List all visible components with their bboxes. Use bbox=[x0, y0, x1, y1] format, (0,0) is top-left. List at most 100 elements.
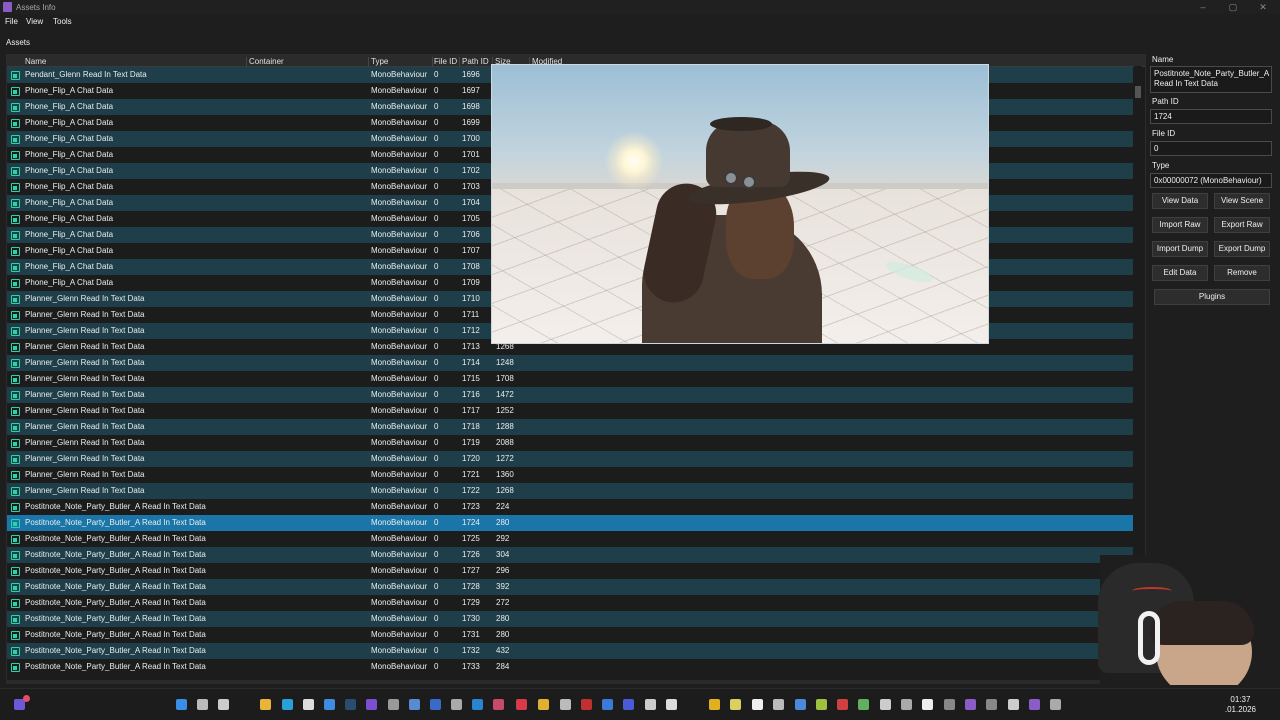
table-row[interactable]: Postitnote_Note_Party_Butler_A Read In T… bbox=[7, 499, 1133, 515]
table-row[interactable]: Postitnote_Note_Party_Butler_A Read In T… bbox=[7, 563, 1133, 579]
file-explorer-icon[interactable] bbox=[260, 699, 271, 710]
column-type[interactable]: Type bbox=[369, 57, 433, 67]
type-field[interactable]: 0x00000072 (MonoBehaviour) bbox=[1150, 173, 1272, 188]
app-icon-8[interactable] bbox=[560, 699, 571, 710]
app-icon-17[interactable] bbox=[773, 699, 784, 710]
cell-file-id: 0 bbox=[434, 550, 439, 559]
column-path-id[interactable]: Path ID bbox=[460, 57, 493, 67]
cell-type: MonoBehaviour bbox=[371, 102, 428, 111]
app-icon-1[interactable] bbox=[324, 699, 335, 710]
windows-start-icon[interactable] bbox=[176, 699, 187, 710]
app-icon-3[interactable] bbox=[388, 699, 399, 710]
app-icon-22[interactable] bbox=[880, 699, 891, 710]
scrollbar-thumb[interactable] bbox=[1135, 86, 1141, 98]
menu-view[interactable]: View bbox=[26, 17, 43, 26]
app-icon-28[interactable] bbox=[1008, 699, 1019, 710]
recording-icon[interactable] bbox=[516, 699, 527, 710]
app-icon-4[interactable] bbox=[409, 699, 420, 710]
cell-file-id: 0 bbox=[434, 470, 439, 479]
path-id-field[interactable]: 1724 bbox=[1150, 109, 1272, 124]
app-icon-2[interactable] bbox=[366, 699, 377, 710]
horizontal-scrollbar[interactable] bbox=[6, 680, 1134, 684]
column-container[interactable]: Container bbox=[247, 57, 369, 67]
edge-icon[interactable] bbox=[282, 699, 293, 710]
table-row[interactable]: Planner_Glenn Read In Text Data MonoBehav… bbox=[7, 483, 1133, 499]
app-icon-16[interactable] bbox=[752, 699, 763, 710]
view-data-button[interactable]: View Data bbox=[1152, 193, 1208, 209]
plugins-button[interactable]: Plugins bbox=[1154, 289, 1270, 305]
table-row[interactable]: Planner_Glenn Read In Text Data MonoBehav… bbox=[7, 387, 1133, 403]
app-icon-19[interactable] bbox=[816, 699, 827, 710]
column-file-id[interactable]: File ID bbox=[432, 57, 460, 67]
export-raw-button[interactable]: Export Raw bbox=[1214, 217, 1270, 233]
system-clock[interactable]: 01:37 .01.2026 bbox=[1225, 695, 1256, 715]
minimize-icon[interactable]: – bbox=[1188, 1, 1218, 13]
store-icon[interactable] bbox=[303, 699, 314, 710]
app-icon-15[interactable] bbox=[730, 699, 741, 710]
app-icon-20[interactable] bbox=[837, 699, 848, 710]
app-icon-6[interactable] bbox=[451, 699, 462, 710]
table-row[interactable]: Postitnote_Note_Party_Butler_A Read In T… bbox=[7, 579, 1133, 595]
table-row[interactable]: Postitnote_Note_Party_Butler_A Read In T… bbox=[7, 595, 1133, 611]
search-icon[interactable] bbox=[197, 699, 208, 710]
table-row[interactable]: Postitnote_Note_Party_Butler_A Read In T… bbox=[7, 627, 1133, 643]
vscode-icon[interactable] bbox=[472, 699, 483, 710]
app-icon-27[interactable] bbox=[986, 699, 997, 710]
app-icon-18[interactable] bbox=[795, 699, 806, 710]
maximize-icon[interactable]: ▢ bbox=[1218, 1, 1248, 13]
app-icon-29[interactable] bbox=[1029, 699, 1040, 710]
cell-file-id: 0 bbox=[434, 70, 439, 79]
app-icon-12[interactable] bbox=[645, 699, 656, 710]
table-row[interactable]: Planner_Glenn Read In Text Data MonoBehav… bbox=[7, 355, 1133, 371]
edit-data-button[interactable]: Edit Data bbox=[1152, 265, 1208, 281]
table-row[interactable]: Postitnote_Note_Party_Butler_A Read In T… bbox=[7, 611, 1133, 627]
app-icon-23[interactable] bbox=[901, 699, 912, 710]
steam-icon[interactable] bbox=[345, 699, 356, 710]
table-row[interactable]: Planner_Glenn Read In Text Data MonoBehav… bbox=[7, 403, 1133, 419]
cell-path-id: 1726 bbox=[462, 550, 480, 559]
app-icon-11[interactable] bbox=[623, 699, 634, 710]
table-row[interactable]: Postitnote_Note_Party_Butler_A Read In T… bbox=[7, 515, 1133, 531]
app-icon-24[interactable] bbox=[922, 699, 933, 710]
cell-path-id: 1698 bbox=[462, 102, 480, 111]
cell-name: Pendant_Glenn Read In Text Data bbox=[25, 70, 147, 79]
cell-name: Phone_Flip_A Chat Data bbox=[25, 118, 114, 127]
import-dump-button[interactable]: Import Dump bbox=[1152, 241, 1208, 257]
view-scene-button[interactable]: View Scene bbox=[1214, 193, 1270, 209]
app-icon-25[interactable] bbox=[944, 699, 955, 710]
menu-file[interactable]: File bbox=[5, 17, 18, 26]
name-field[interactable]: Postitnote_Note_Party_Butler_A Read In T… bbox=[1150, 66, 1272, 93]
remove-button[interactable]: Remove bbox=[1214, 265, 1270, 281]
file-id-field[interactable]: 0 bbox=[1150, 141, 1272, 156]
cell-path-id: 1718 bbox=[462, 422, 480, 431]
cell-size: 1360 bbox=[496, 470, 514, 479]
app-icon-26[interactable] bbox=[965, 699, 976, 710]
table-row[interactable]: Planner_Glenn Read In Text Data MonoBehav… bbox=[7, 451, 1133, 467]
table-row[interactable]: Planner_Glenn Read In Text Data MonoBehav… bbox=[7, 435, 1133, 451]
cell-type: MonoBehaviour bbox=[371, 422, 428, 431]
app-icon-21[interactable] bbox=[858, 699, 869, 710]
table-row[interactable]: Planner_Glenn Read In Text Data MonoBehav… bbox=[7, 419, 1133, 435]
app-icon-7[interactable] bbox=[493, 699, 504, 710]
app-icon-14[interactable] bbox=[709, 699, 720, 710]
import-raw-button[interactable]: Import Raw bbox=[1152, 217, 1208, 233]
table-row[interactable]: Postitnote_Note_Party_Butler_A Read In T… bbox=[7, 659, 1133, 675]
table-row[interactable]: Planner_Glenn Read In Text Data MonoBehav… bbox=[7, 371, 1133, 387]
table-row[interactable]: Postitnote_Note_Party_Butler_A Read In T… bbox=[7, 531, 1133, 547]
app-icon-13[interactable] bbox=[666, 699, 677, 710]
menu-tools[interactable]: Tools bbox=[53, 17, 72, 26]
export-dump-button[interactable]: Export Dump bbox=[1214, 241, 1270, 257]
table-row[interactable]: Postitnote_Note_Party_Butler_A Read In T… bbox=[7, 547, 1133, 563]
column-name[interactable]: Name bbox=[23, 57, 247, 67]
settings-icon[interactable] bbox=[1050, 699, 1061, 710]
app-icon-9[interactable] bbox=[581, 699, 592, 710]
table-row[interactable]: Postitnote_Note_Party_Butler_A Read In T… bbox=[7, 643, 1133, 659]
table-row[interactable]: Planner_Glenn Read In Text Data MonoBehav… bbox=[7, 467, 1133, 483]
cell-type: MonoBehaviour bbox=[371, 358, 428, 367]
cell-name: Postitnote_Note_Party_Butler_A Read In T… bbox=[25, 550, 206, 559]
task-view-icon[interactable] bbox=[218, 699, 229, 710]
close-icon[interactable]: ✕ bbox=[1248, 1, 1278, 13]
app-icon-5[interactable] bbox=[430, 699, 441, 710]
chrome-icon[interactable] bbox=[538, 699, 549, 710]
app-icon-10[interactable] bbox=[602, 699, 613, 710]
